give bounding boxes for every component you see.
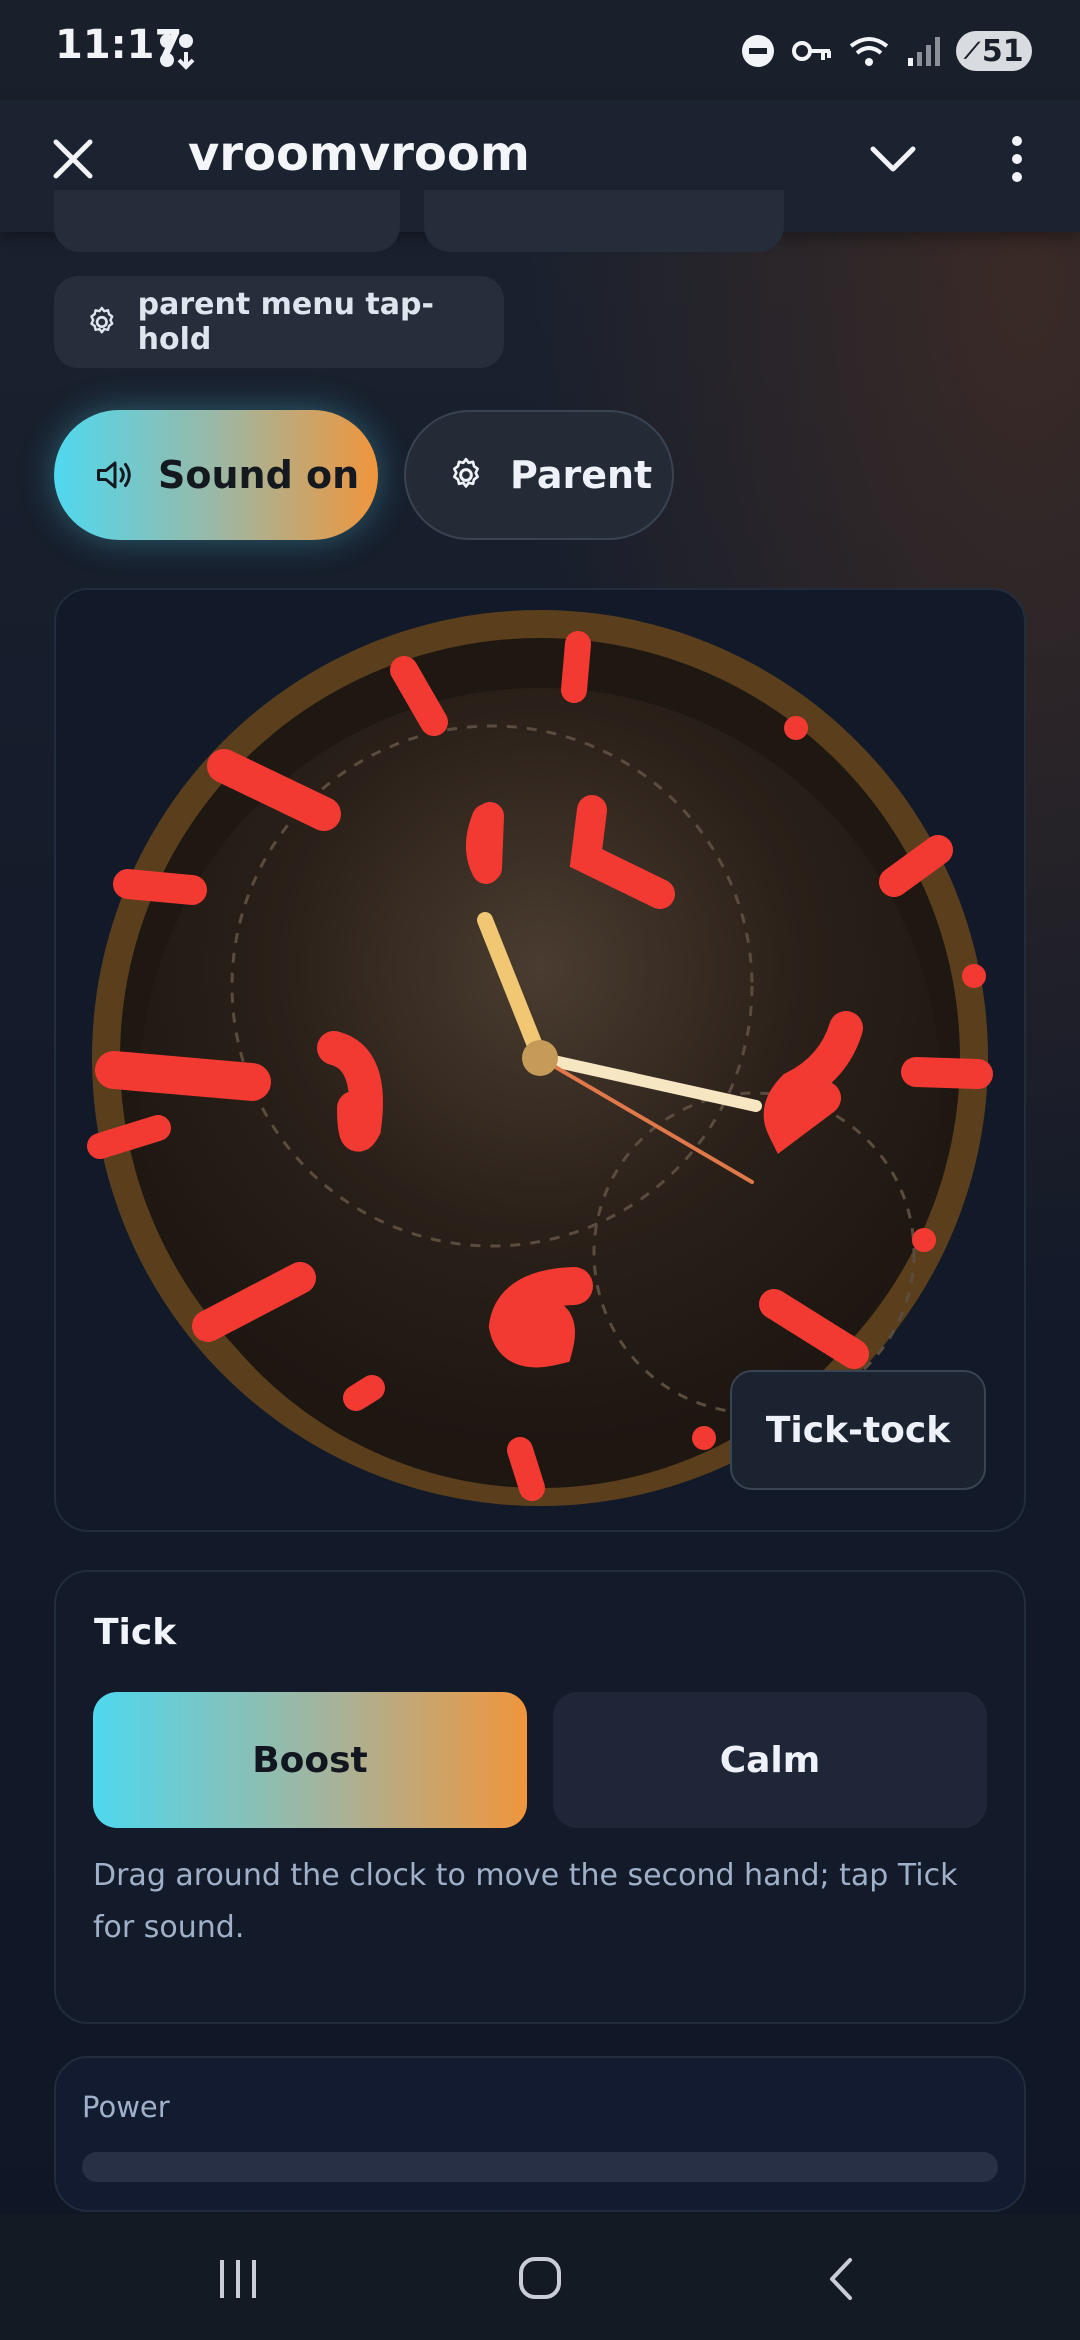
parent-menu-label: parent menu tap-hold — [137, 287, 434, 357]
system-nav-bar — [0, 2214, 1080, 2340]
signal-icon — [908, 37, 940, 66]
parent-label: Parent — [510, 453, 653, 497]
battery-level: 51 — [981, 33, 1024, 69]
scrolled-chip[interactable] — [424, 190, 784, 252]
vpn-key-icon — [792, 41, 831, 61]
tick-tock-badge[interactable]: Tick-tock — [730, 1370, 986, 1490]
gear-icon — [90, 306, 114, 334]
sound-toggle-button[interactable]: Sound on — [54, 410, 378, 540]
tick-title: Tick — [94, 1612, 177, 1653]
status-bar: 11:17 ⟋ 51 — [0, 0, 1080, 100]
back-icon[interactable] — [826, 2256, 856, 2302]
more-vert-icon[interactable] — [1005, 134, 1029, 184]
hand-pivot — [522, 1040, 558, 1076]
wifi-icon — [849, 37, 889, 66]
sound-label: Sound on — [158, 453, 360, 497]
app-title: vroomvroom — [188, 126, 530, 182]
gear-icon — [453, 457, 479, 488]
speaker-icon — [97, 461, 131, 489]
recent-apps-icon[interactable] — [216, 2258, 260, 2300]
notification-dots-icon — [160, 34, 195, 70]
power-card — [54, 2056, 1026, 2212]
scrolled-chip[interactable] — [54, 190, 400, 252]
power-label: Power — [82, 2090, 170, 2124]
close-icon[interactable] — [50, 136, 96, 182]
home-icon[interactable] — [518, 2256, 562, 2300]
boost-button[interactable]: Boost — [93, 1692, 527, 1828]
hint-text: Drag around the clock to move the second… — [93, 1858, 958, 1945]
calm-button[interactable]: Calm — [553, 1692, 987, 1828]
battery-indicator: ⟋ 51 — [956, 31, 1032, 71]
do-not-disturb-icon — [742, 35, 774, 67]
parent-button[interactable]: Parent — [404, 410, 674, 540]
status-icons: ⟋ 51 — [740, 28, 1032, 74]
parent-menu-chip[interactable]: parent menu tap-hold — [54, 276, 504, 368]
chevron-down-icon[interactable] — [868, 142, 918, 176]
power-bar — [82, 2152, 998, 2182]
battery-saver-icon: ⟋ — [964, 38, 980, 64]
